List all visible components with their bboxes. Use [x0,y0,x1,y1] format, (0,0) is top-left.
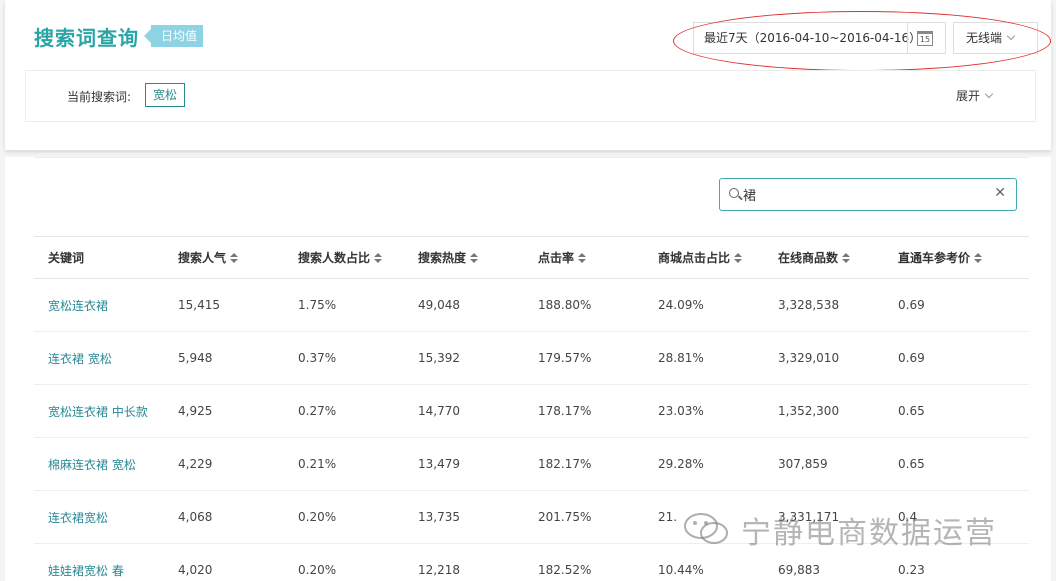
col-searcher-ratio[interactable]: 搜索人数占比 [284,236,404,279]
cell: 179.57% [524,331,644,385]
keyword-link[interactable]: 棉麻连衣裙 宽松 [34,437,164,491]
cell: 178.17% [524,384,644,438]
chevron-down-icon [1006,31,1016,41]
cell: 12,218 [404,543,524,581]
cell: 182.52% [524,543,644,581]
header-card: 搜索词查询 日均值 最近7天（2016-04-10~2016-04-16） 15… [5,0,1051,150]
table-header-row: 关键词 搜索人气 搜索人数占比 搜索热度 点击率 商城点击占比 在线商品数 直通… [34,236,1029,279]
device-label: 无线端 [966,31,1003,45]
cell: 15,415 [164,278,284,332]
divider [34,157,1029,158]
cell: 4,925 [164,384,284,438]
cell: 24.09% [644,278,764,332]
cell: 1,352,300 [764,384,884,438]
cell: 49,048 [404,278,524,332]
current-keyword-bar: 当前搜索词: 宽松 展开 [25,70,1036,122]
cell: 3,329,010 [764,331,884,385]
chevron-down-icon [984,89,994,99]
keyword-link[interactable]: 宽松连衣裙 中长款 [34,384,164,438]
cell: 4,020 [164,543,284,581]
col-search-popularity[interactable]: 搜索人气 [164,236,284,279]
table-row: 连衣裙 宽松 5,948 0.37% 15,392 179.57% 28.81%… [34,331,1029,385]
cell: 14,770 [404,384,524,438]
sort-icon[interactable] [374,253,383,264]
cell: 5,948 [164,331,284,385]
device-dropdown[interactable]: 无线端 [953,22,1038,54]
cell: 4,229 [164,437,284,491]
sort-icon[interactable] [974,253,983,264]
sort-icon[interactable] [842,253,851,264]
cell: 3,328,538 [764,278,884,332]
keyword-link[interactable]: 娃娃裙宽松 春 [34,543,164,581]
table-row: 棉麻连衣裙 宽松 4,229 0.21% 13,479 182.17% 29.2… [34,437,1029,491]
sort-icon[interactable] [734,253,743,264]
col-ctr[interactable]: 点击率 [524,236,644,279]
search-icon [729,188,739,198]
current-keyword-chip[interactable]: 宽松 [145,83,186,107]
calendar-icon[interactable]: 15 [917,31,933,46]
table-row: 宽松连衣裙 15,415 1.75% 49,048 188.80% 24.09%… [34,278,1029,332]
cell: 188.80% [524,278,644,332]
col-keyword: 关键词 [34,236,164,279]
expand-toggle[interactable]: 展开 [956,87,994,104]
cell: 182.17% [524,437,644,491]
col-ztc-price[interactable]: 直通车参考价 [884,236,1029,279]
watermark: 宁静电商数据运营 [683,506,1033,551]
close-icon[interactable]: ✕ [994,185,1006,201]
date-range-picker[interactable]: 最近7天（2016-04-10~2016-04-16） 15 [693,22,946,54]
cell: 0.69 [884,278,1029,332]
col-online-items[interactable]: 在线商品数 [764,236,884,279]
keyword-search-box[interactable]: ✕ [719,178,1017,211]
cell: 0.20% [284,543,404,581]
cell: 13,735 [404,490,524,544]
cell: 0.27% [284,384,404,438]
cell: 0.37% [284,331,404,385]
cell: 23.03% [644,384,764,438]
cell: 4,068 [164,490,284,544]
current-keyword-label: 当前搜索词: [67,90,132,104]
daily-average-tag: 日均值 [143,25,204,47]
cell: 13,479 [404,437,524,491]
cell: 0.21% [284,437,404,491]
cell: 1.75% [284,278,404,332]
sort-icon[interactable] [578,253,587,264]
cell: 307,859 [764,437,884,491]
cell: 28.81% [644,331,764,385]
keyword-link[interactable]: 连衣裙宽松 [34,490,164,544]
search-input[interactable] [743,179,988,210]
page-title: 搜索词查询 [34,26,139,50]
cell: 0.65 [884,437,1029,491]
sort-icon[interactable] [470,253,479,264]
cell: 15,392 [404,331,524,385]
expand-label: 展开 [956,89,981,103]
keyword-link[interactable]: 宽松连衣裙 [34,278,164,332]
date-range-text: 最近7天（2016-04-10~2016-04-16） [704,31,922,45]
cell: 0.69 [884,331,1029,385]
col-mall-click-ratio[interactable]: 商城点击占比 [644,236,764,279]
cell: 0.20% [284,490,404,544]
cell: 0.65 [884,384,1029,438]
wechat-icon [684,513,728,544]
watermark-text: 宁静电商数据运营 [741,516,997,551]
divider [907,23,908,53]
sort-icon[interactable] [230,253,239,264]
col-search-heat[interactable]: 搜索热度 [404,236,524,279]
cell: 201.75% [524,490,644,544]
cell: 29.28% [644,437,764,491]
table-row: 宽松连衣裙 中长款 4,925 0.27% 14,770 178.17% 23.… [34,384,1029,438]
keyword-link[interactable]: 连衣裙 宽松 [34,331,164,385]
